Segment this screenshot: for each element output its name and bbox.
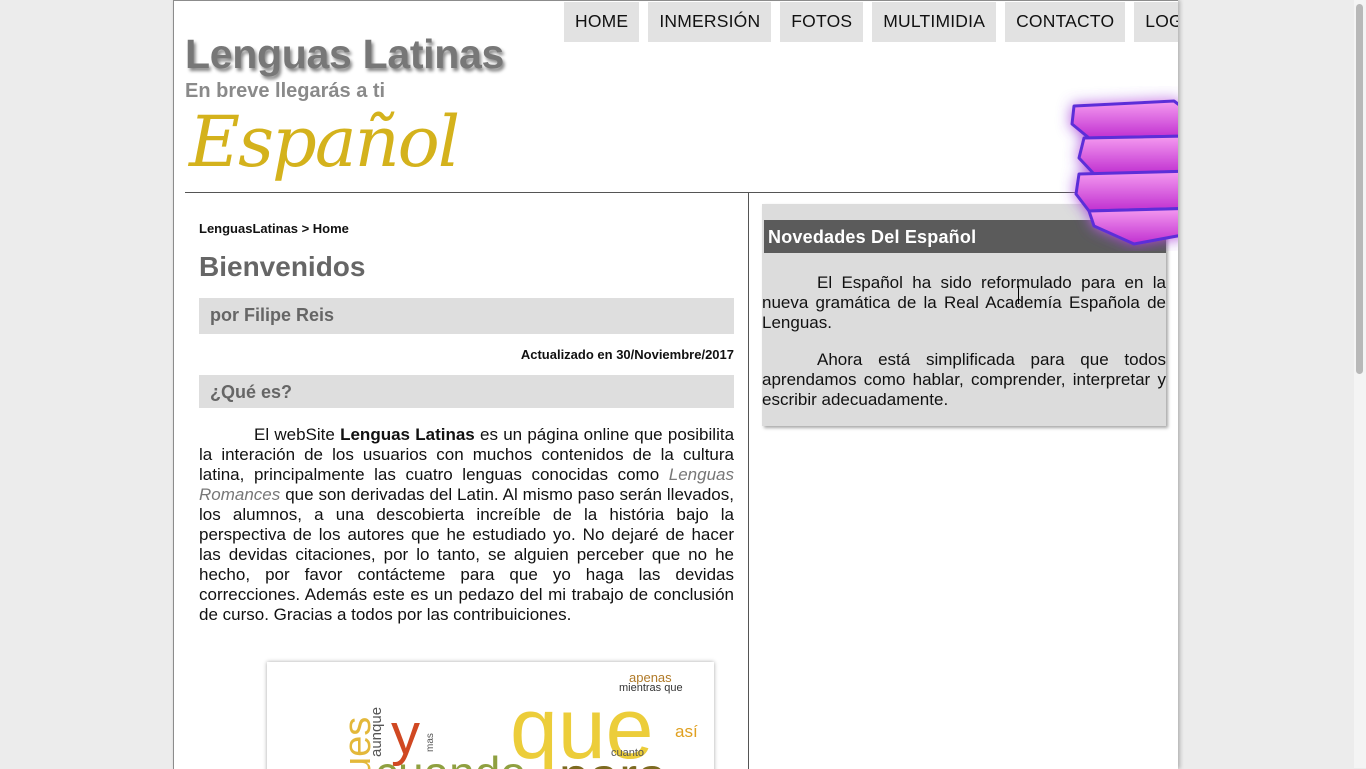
wc-word-cuando: cuando	[375, 750, 526, 769]
intro-text-part1: El webSite	[254, 425, 341, 444]
site-subtitle: En breve llegarás a ti	[185, 80, 386, 102]
section-title-que-es: ¿Qué es?	[199, 375, 734, 408]
wc-word-asi: así	[675, 722, 698, 741]
intro-text-part3: que son derivadas del Latin. Al mismo pa…	[199, 485, 734, 624]
nav-fotos[interactable]: FOTOS	[780, 2, 864, 42]
text-cursor-icon	[1017, 286, 1020, 304]
breadcrumb: LenguasLatinas > Home	[199, 221, 349, 236]
page-container: HOME INMERSIÓN FOTOS MULTIMIDIA CONTACTO…	[173, 0, 1178, 769]
espanol-logo: Español	[189, 101, 460, 183]
main-content: LenguasLatinas > Home Bienvenidos por Fi…	[199, 221, 734, 769]
nav-inmersion[interactable]: INMERSIÓN	[648, 2, 772, 42]
nav-contacto[interactable]: CONTACTO	[1005, 2, 1126, 42]
scrollbar-thumb[interactable]	[1356, 4, 1363, 374]
header-divider	[185, 192, 1178, 193]
nav-multimidia[interactable]: MULTIMIDIA	[872, 2, 997, 42]
author-bar: por Filipe Reis	[199, 298, 734, 334]
intro-paragraph: El webSite Lenguas Latinas es un página …	[199, 425, 734, 625]
updated-date: Actualizado en 30/Noviembre/2017	[520, 347, 734, 362]
wc-word-ues: ues	[337, 716, 379, 769]
nav-home[interactable]: HOME	[564, 2, 640, 42]
wordcloud-image: apenas mientras que que así y aunque mas…	[267, 662, 714, 769]
site-title: Lenguas Latinas	[185, 31, 505, 77]
books-stack-icon	[1054, 86, 1178, 251]
wc-word-para: para	[559, 750, 667, 769]
novedades-paragraph-2: Ahora está simplificada para que todos a…	[762, 350, 1166, 409]
intro-site-name: Lenguas Latinas	[340, 425, 475, 444]
column-divider	[748, 193, 749, 769]
novedades-paragraph-1: El Español ha sido reformulado para en l…	[762, 273, 1166, 332]
main-nav: HOME INMERSIÓN FOTOS MULTIMIDIA CONTACTO…	[564, 2, 1178, 42]
page-heading: Bienvenidos	[199, 251, 366, 282]
nav-loginadmin[interactable]: LOGINADMIN	[1134, 2, 1178, 42]
